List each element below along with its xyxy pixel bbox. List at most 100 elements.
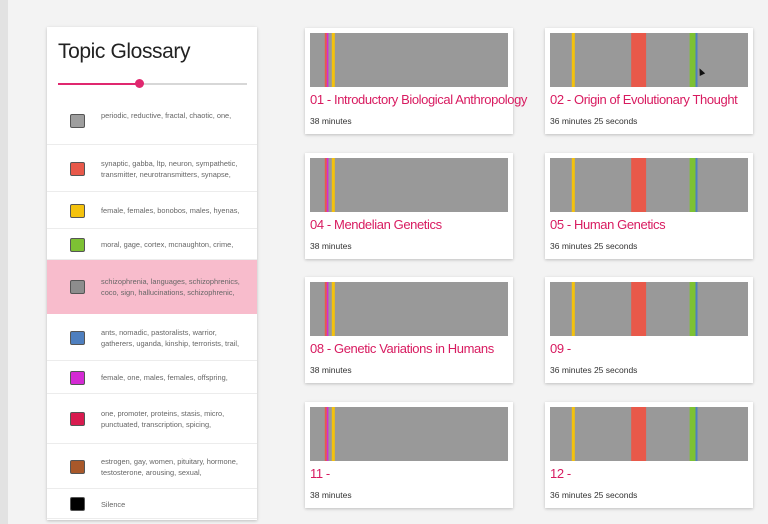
timeline-topic-band xyxy=(631,33,647,87)
timeline-topic-band xyxy=(689,33,696,87)
timeline-topic-band xyxy=(326,158,329,212)
topic-words: Silence xyxy=(101,500,126,509)
timeline-topic-band xyxy=(571,158,575,212)
topic-words: moral, gage, cortex, mcnaughton, crime, xyxy=(101,240,234,249)
timeline-topic-band xyxy=(331,33,335,87)
timeline-topic-band xyxy=(695,158,698,212)
timeline-topic-band xyxy=(326,282,329,336)
topic-row[interactable]: moral, gage, cortex, mcnaughton, crime, xyxy=(47,229,257,260)
topic-timeline[interactable] xyxy=(310,407,508,461)
topic-words: schizophrenia, languages, schizophrenics… xyxy=(101,277,240,297)
topic-words: ants, nomadic, pastoralists, warrior, ga… xyxy=(101,328,240,348)
topic-color-swatch xyxy=(70,331,85,345)
lecture-title-link[interactable]: 09 - xyxy=(550,341,571,356)
topic-words: one, promoter, proteins, stasis, micro, … xyxy=(101,409,225,429)
lecture-card[interactable]: 01 - Introductory Biological Anthropolog… xyxy=(305,28,527,134)
topic-color-swatch xyxy=(70,497,85,511)
timeline-topic-band xyxy=(695,407,698,461)
topic-row[interactable]: female, one, males, females, offspring, xyxy=(47,361,257,394)
timeline-topic-band xyxy=(324,158,327,212)
topic-color-swatch xyxy=(70,238,85,252)
lecture-duration: 38 minutes xyxy=(310,241,352,251)
timeline-background xyxy=(310,407,508,461)
topic-words: female, females, bonobos, males, hyenas, xyxy=(101,206,240,215)
topic-count-slider[interactable] xyxy=(58,79,247,89)
topic-row[interactable]: Silence xyxy=(47,489,257,519)
topic-row[interactable]: periodic, reductive, fractal, chaotic, o… xyxy=(47,96,257,145)
topic-row[interactable]: ants, nomadic, pastoralists, warrior, ga… xyxy=(47,314,257,361)
timeline-background xyxy=(310,158,508,212)
topic-timeline[interactable] xyxy=(550,407,748,461)
topic-row[interactable]: one, promoter, proteins, stasis, micro, … xyxy=(47,394,257,444)
topic-color-swatch xyxy=(70,114,85,128)
glossary-title: Topic Glossary xyxy=(58,40,191,63)
topic-color-swatch xyxy=(70,371,85,385)
timeline-background xyxy=(550,282,748,336)
left-edge-bar xyxy=(0,0,8,524)
timeline-topic-band xyxy=(326,33,329,87)
topic-timeline[interactable] xyxy=(310,158,508,212)
timeline-topic-band xyxy=(324,33,327,87)
timeline-topic-band xyxy=(571,33,575,87)
lecture-card[interactable]: 04 - Mendelian Genetics 38 minutes xyxy=(305,153,513,259)
timeline-topic-band xyxy=(571,282,575,336)
timeline-topic-band xyxy=(331,407,335,461)
timeline-topic-band xyxy=(324,407,327,461)
lecture-title-link[interactable]: 02 - Origin of Evolutionary Thought xyxy=(550,92,738,107)
lecture-title-link[interactable]: 04 - Mendelian Genetics xyxy=(310,217,442,232)
timeline-topic-band xyxy=(326,407,329,461)
timeline-background xyxy=(310,33,508,87)
topic-glossary-panel: Topic Glossary periodic, reductive, frac… xyxy=(47,27,257,520)
timeline-topic-band xyxy=(689,407,696,461)
lecture-card[interactable]: 09 - 36 minutes 25 seconds xyxy=(545,277,753,383)
topic-words: synaptic, gabba, ltp, neuron, sympatheti… xyxy=(101,159,238,179)
topic-timeline[interactable] xyxy=(550,33,748,87)
lecture-title-link[interactable]: 05 - Human Genetics xyxy=(550,217,666,232)
topic-row[interactable]: estrogen, gay, women, pituitary, hormone… xyxy=(47,444,257,489)
topic-row[interactable]: synaptic, gabba, ltp, neuron, sympatheti… xyxy=(47,145,257,192)
lecture-duration: 36 minutes 25 seconds xyxy=(550,490,638,500)
topic-row[interactable]: female, females, bonobos, males, hyenas, xyxy=(47,192,257,229)
lecture-card[interactable]: 02 - Origin of Evolutionary Thought 36 mi… xyxy=(545,28,753,134)
topic-timeline[interactable] xyxy=(310,33,508,87)
topic-timeline[interactable] xyxy=(550,158,748,212)
topic-color-swatch xyxy=(70,204,85,218)
lecture-card[interactable]: 05 - Human Genetics 36 minutes 25 seconds xyxy=(545,153,753,259)
topic-color-swatch xyxy=(70,412,85,426)
topic-color-swatch xyxy=(70,162,85,176)
lecture-duration: 38 minutes xyxy=(310,365,352,375)
lecture-title-link[interactable]: 01 - Introductory Biological Anthropolog… xyxy=(310,92,527,107)
lecture-card[interactable]: 08 - Genetic Variations in Humans 38 minu… xyxy=(305,277,513,383)
lecture-card[interactable]: 12 - 36 minutes 25 seconds xyxy=(545,402,753,508)
timeline-topic-band xyxy=(689,158,696,212)
lecture-card[interactable]: 11 - 38 minutes xyxy=(305,402,513,508)
topic-words: estrogen, gay, women, pituitary, hormone… xyxy=(101,457,238,477)
timeline-topic-band xyxy=(689,282,696,336)
topic-row[interactable]: schizophrenia, languages, schizophrenics… xyxy=(47,260,257,314)
timeline-background xyxy=(550,33,748,87)
topic-timeline[interactable] xyxy=(310,282,508,336)
topic-words: female, one, males, females, offspring, xyxy=(101,373,228,382)
timeline-topic-band xyxy=(571,407,575,461)
lecture-duration: 36 minutes 25 seconds xyxy=(550,116,638,126)
timeline-background xyxy=(550,407,748,461)
timeline-topic-band xyxy=(695,282,698,336)
topic-color-swatch xyxy=(70,460,85,474)
lecture-title-link[interactable]: 08 - Genetic Variations in Humans xyxy=(310,341,494,356)
timeline-topic-band xyxy=(331,282,335,336)
lecture-duration: 38 minutes xyxy=(310,490,352,500)
topic-words: periodic, reductive, fractal, chaotic, o… xyxy=(101,111,232,120)
timeline-background xyxy=(310,282,508,336)
topic-timeline[interactable] xyxy=(550,282,748,336)
lecture-duration: 38 minutes xyxy=(310,116,352,126)
timeline-topic-band xyxy=(331,158,335,212)
timeline-topic-band xyxy=(695,33,698,87)
slider-thumb[interactable] xyxy=(135,79,145,88)
lecture-title-link[interactable]: 11 - xyxy=(310,466,330,481)
timeline-topic-band xyxy=(631,282,647,336)
lecture-duration: 36 minutes 25 seconds xyxy=(550,241,638,251)
topic-color-swatch xyxy=(70,280,85,294)
slider-fill xyxy=(58,83,140,85)
lecture-title-link[interactable]: 12 - xyxy=(550,466,571,481)
timeline-topic-band xyxy=(631,158,647,212)
